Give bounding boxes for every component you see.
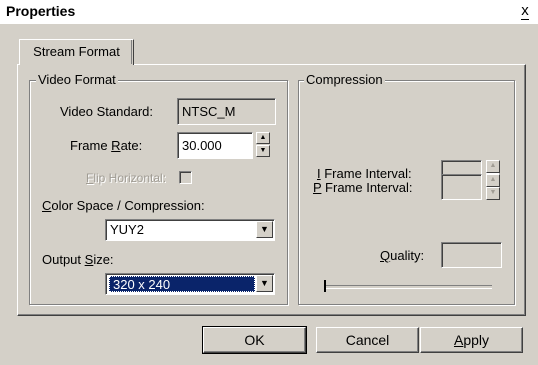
quality-slider-track[interactable]	[325, 285, 492, 289]
frame-rate-input[interactable]: 30.000	[177, 132, 253, 159]
output-size-dropdown-button[interactable]: ▼	[256, 275, 273, 292]
arrow-up-icon: ▲	[489, 176, 497, 183]
output-size-value: 320 x 240	[113, 277, 171, 292]
output-size-label: Output Size:	[42, 252, 114, 267]
output-size-select[interactable]: 320 x 240 ▼	[105, 273, 275, 295]
quality-slider-thumb[interactable]	[324, 280, 326, 292]
color-space-dropdown-button[interactable]: ▼	[256, 221, 273, 238]
flip-horizontal-label: Flip Horizontal:	[86, 171, 167, 185]
frame-rate-value: 30.000	[182, 138, 222, 153]
frame-rate-label: Frame Rate:	[70, 138, 143, 153]
color-space-value: YUY2	[110, 222, 144, 237]
i-frame-interval-label: I Frame Interval:	[317, 166, 412, 181]
chevron-down-icon: ▼	[260, 224, 269, 234]
compression-group-label: Compression	[304, 72, 385, 87]
frame-rate-down-button[interactable]: ▼	[256, 145, 270, 157]
p-frame-down-button[interactable]: ▼	[486, 187, 500, 200]
color-space-label: Color Space / Compression:	[42, 198, 205, 213]
flip-horizontal-checkbox[interactable]	[179, 171, 192, 184]
arrow-down-icon: ▼	[259, 147, 267, 154]
close-icon: x	[521, 2, 529, 20]
apply-button[interactable]: Apply	[420, 327, 523, 353]
frame-rate-up-button[interactable]: ▲	[256, 132, 270, 144]
i-frame-up-button[interactable]: ▲	[486, 160, 500, 173]
p-frame-interval-input[interactable]	[441, 174, 482, 200]
video-standard-field: NTSC_M	[177, 98, 276, 125]
p-frame-interval-label: P Frame Interval:	[313, 180, 413, 195]
tab-shadow	[131, 40, 132, 64]
arrow-up-icon: ▲	[259, 134, 267, 141]
video-standard-value: NTSC_M	[182, 104, 236, 119]
window-title: Properties	[6, 3, 76, 19]
p-frame-up-button[interactable]: ▲	[486, 174, 500, 187]
video-format-group-label: Video Format	[36, 72, 118, 87]
quality-label: Quality:	[380, 248, 425, 263]
apply-button-label: pply	[463, 332, 490, 348]
quality-field	[441, 242, 502, 268]
tab-stream-format[interactable]: Stream Format	[19, 39, 134, 65]
output-size-selection: 320 x 240	[109, 276, 255, 292]
apply-button-key: A	[453, 332, 464, 348]
arrow-up-icon: ▲	[489, 162, 497, 169]
ok-button[interactable]: OK	[202, 326, 307, 354]
video-standard-label: Video Standard:	[60, 104, 153, 119]
tab-label: Stream Format	[33, 44, 120, 59]
arrow-down-icon: ▼	[489, 189, 497, 196]
color-space-select[interactable]: YUY2 ▼	[105, 219, 275, 241]
chevron-down-icon: ▼	[260, 278, 269, 288]
title-bar: Properties x	[0, 0, 538, 24]
close-button[interactable]: x	[518, 2, 532, 20]
cancel-button[interactable]: Cancel	[316, 327, 419, 353]
